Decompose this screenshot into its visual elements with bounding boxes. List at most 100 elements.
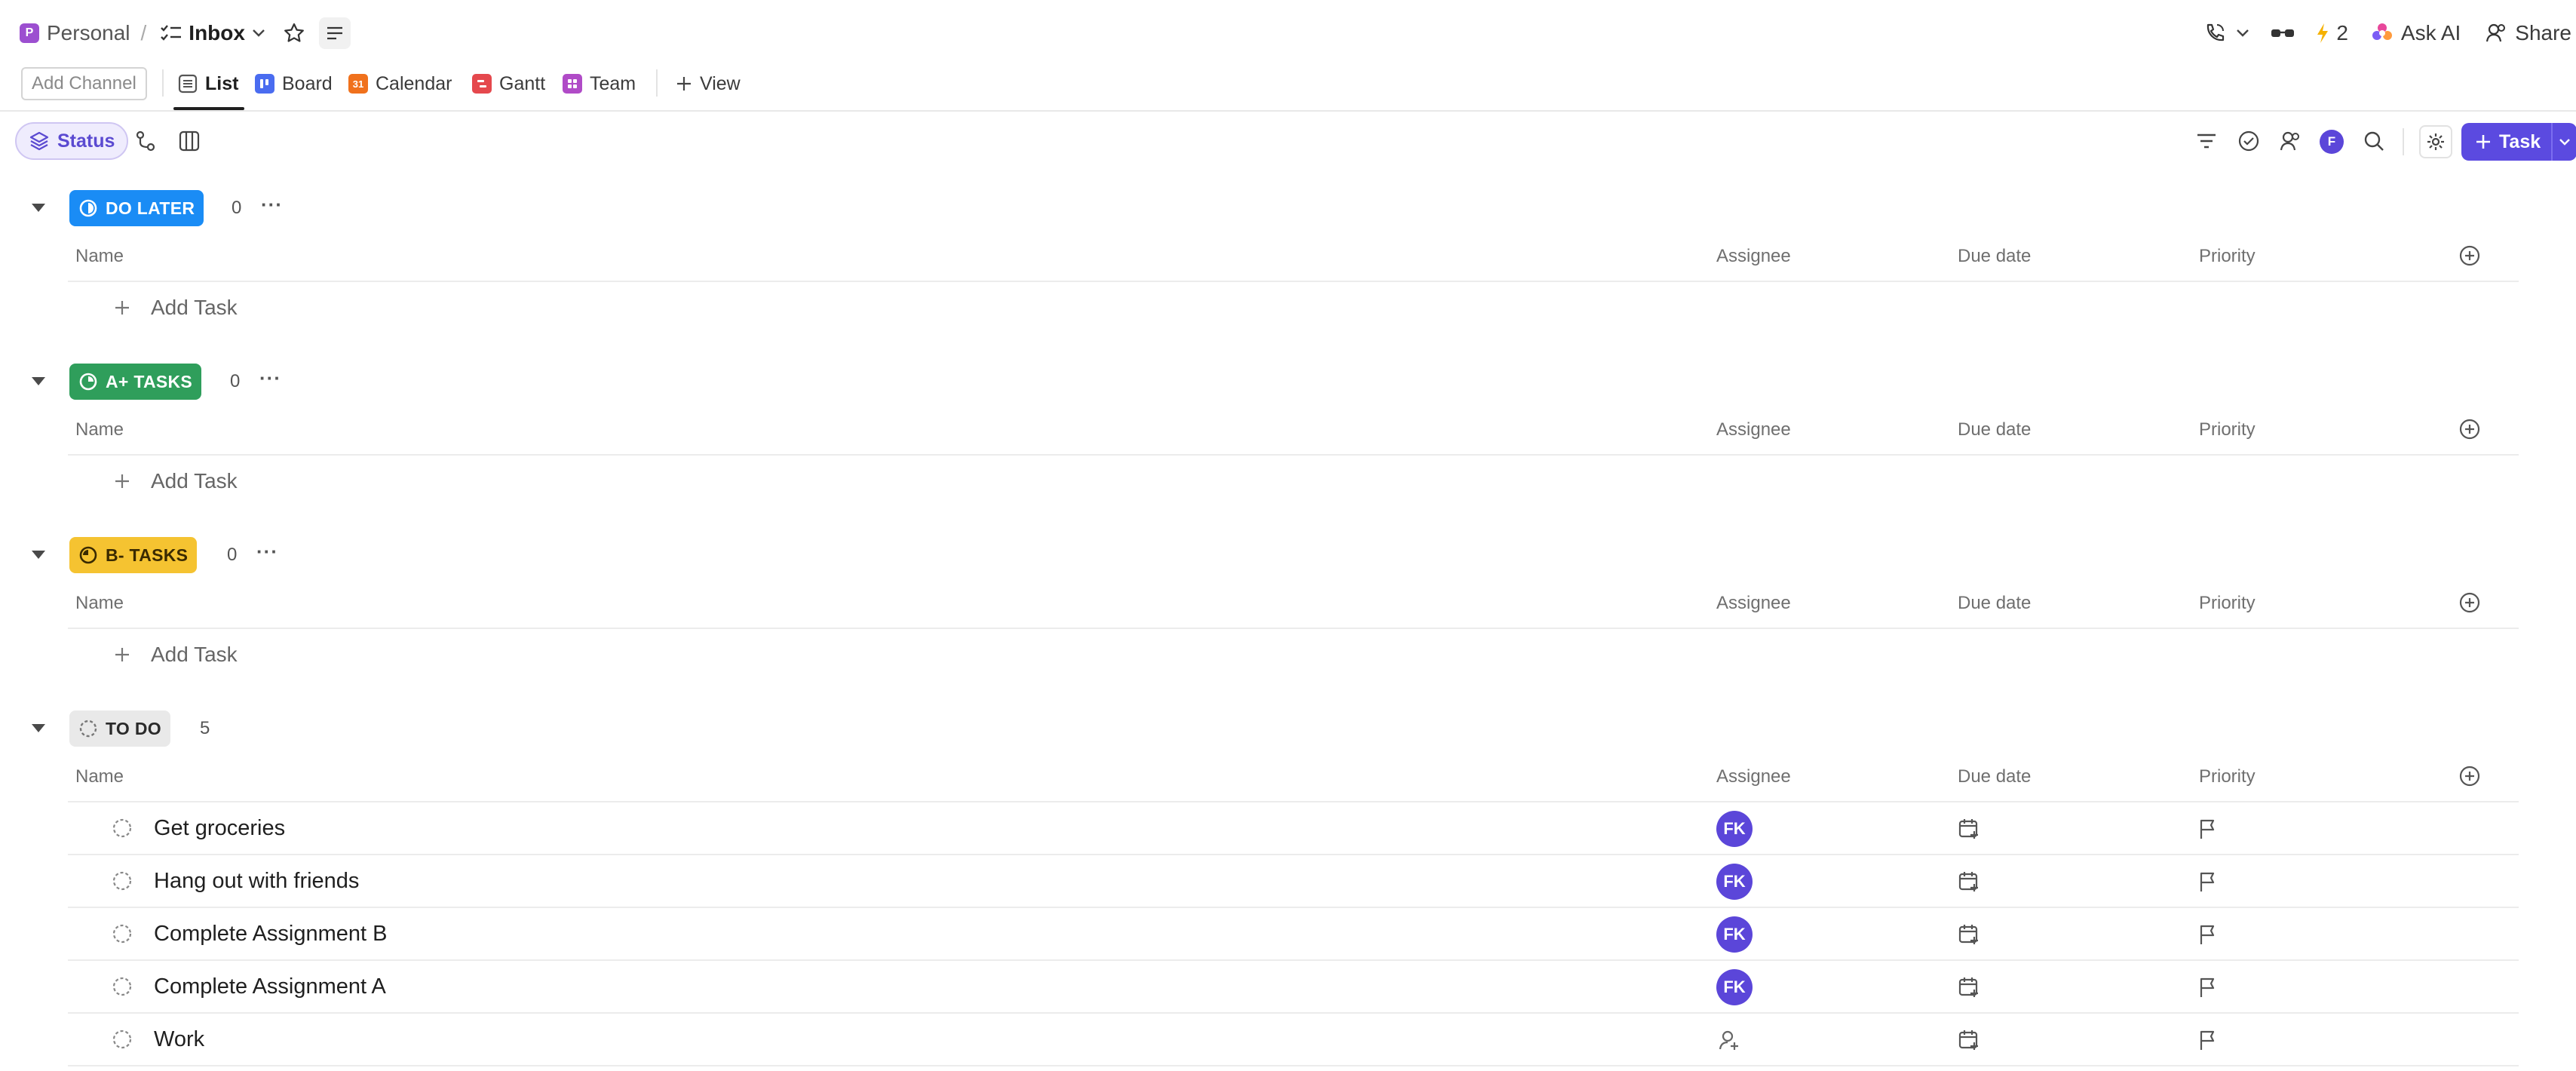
column-priority-header[interactable]: Priority [2199, 419, 2256, 440]
table-row[interactable]: Hang out with friends FK [0, 855, 2576, 908]
task-name[interactable]: Hang out with friends [154, 869, 359, 894]
status-tag-a-tasks[interactable]: A+ TASKS [69, 364, 202, 400]
column-priority-header[interactable]: Priority [2199, 593, 2256, 614]
tab-gantt[interactable]: Gantt [472, 67, 545, 100]
table-row[interactable]: Work [0, 1014, 2576, 1066]
column-assignee-header[interactable]: Assignee [1716, 419, 1791, 440]
filter-icon[interactable] [2195, 130, 2218, 152]
calendar-add-icon[interactable] [1958, 1029, 1980, 1051]
settings-gear-icon[interactable] [2419, 125, 2452, 158]
column-assignee-header[interactable]: Assignee [1716, 766, 1791, 787]
status-dashed-circle-icon[interactable] [112, 976, 133, 997]
breadcrumb-list[interactable]: Inbox [189, 21, 245, 45]
column-name-header[interactable]: Name [75, 593, 124, 614]
breadcrumb-space[interactable]: Personal [47, 21, 130, 45]
chevron-down-icon[interactable] [2235, 28, 2250, 38]
chevron-down-icon[interactable] [2553, 123, 2576, 161]
incognito-icon[interactable] [2270, 25, 2295, 41]
call-icon[interactable] [2203, 22, 2226, 44]
tab-calendar[interactable]: 31 Calendar [348, 67, 452, 100]
flag-icon[interactable] [2197, 976, 2219, 999]
add-task-row[interactable]: Add Task [113, 643, 238, 667]
flag-icon[interactable] [2197, 870, 2219, 893]
add-task-row[interactable]: Add Task [113, 469, 238, 493]
collapse-group-to-do[interactable] [32, 724, 45, 732]
status-dashed-circle-icon[interactable] [112, 923, 133, 944]
space-avatar[interactable]: P [20, 23, 39, 43]
task-name[interactable]: Get groceries [154, 816, 285, 841]
column-name-header[interactable]: Name [75, 419, 124, 440]
assignee-avatar[interactable]: FK [1716, 969, 1753, 1005]
tab-board[interactable]: Board [255, 67, 333, 100]
collapse-group-a-tasks[interactable] [32, 377, 45, 385]
tab-label: Team [590, 72, 636, 94]
automations-count[interactable]: 2 [2336, 21, 2348, 45]
add-column-icon[interactable] [2458, 765, 2481, 787]
tab-team[interactable]: Team [563, 67, 636, 100]
tab-list[interactable]: List [178, 67, 238, 100]
column-due-date-header[interactable]: Due date [1958, 766, 2031, 787]
group-count: 0 [232, 198, 242, 218]
add-assignee-icon[interactable] [1718, 1029, 1740, 1051]
ask-ai-button[interactable]: Ask AI [2401, 21, 2461, 45]
add-view-button[interactable]: View [676, 67, 741, 100]
flag-icon[interactable] [2197, 923, 2219, 946]
add-column-icon[interactable] [2458, 418, 2481, 440]
add-task-button[interactable]: Task [2461, 123, 2576, 161]
task-name[interactable]: Complete Assignment B [154, 922, 387, 947]
column-due-date-header[interactable]: Due date [1958, 246, 2031, 267]
table-row[interactable]: Complete Assignment B FK [0, 908, 2576, 961]
status-tag-to-do[interactable]: TO DO [69, 710, 170, 747]
column-name-header[interactable]: Name [75, 766, 124, 787]
group-more-menu[interactable]: ··· [256, 540, 278, 563]
chevron-down-icon[interactable] [251, 28, 266, 38]
task-name[interactable]: Work [154, 1027, 204, 1052]
table-row[interactable]: Get groceries FK [0, 802, 2576, 855]
column-priority-header[interactable]: Priority [2199, 246, 2256, 267]
status-dashed-circle-icon[interactable] [112, 818, 133, 839]
column-priority-header[interactable]: Priority [2199, 766, 2256, 787]
add-column-icon[interactable] [2458, 244, 2481, 267]
status-tag-b-tasks[interactable]: B- TASKS [69, 537, 198, 573]
column-assignee-header[interactable]: Assignee [1716, 593, 1791, 614]
description-icon[interactable] [318, 17, 351, 49]
column-name-header[interactable]: Name [75, 246, 124, 267]
add-task-row[interactable]: Add Task [113, 296, 238, 320]
group-by-status-button[interactable]: Status [15, 122, 129, 160]
collapse-group-do-later[interactable] [32, 204, 45, 212]
add-column-icon[interactable] [2458, 591, 2481, 614]
status-dashed-circle-icon[interactable] [112, 1029, 133, 1050]
subtasks-icon[interactable] [134, 130, 157, 152]
assignee-avatar[interactable]: FK [1716, 864, 1753, 900]
lightning-icon[interactable] [2315, 22, 2330, 44]
list-icon [160, 23, 182, 43]
flag-icon[interactable] [2197, 1029, 2219, 1051]
collapse-group-b-tasks[interactable] [32, 551, 45, 559]
calendar-add-icon[interactable] [1958, 976, 1980, 999]
group-more-menu[interactable]: ··· [259, 367, 281, 390]
assignees-icon[interactable] [2279, 130, 2302, 152]
star-icon[interactable] [283, 22, 305, 44]
tab-label: Calendar [376, 72, 452, 94]
task-name[interactable]: Complete Assignment A [154, 974, 386, 999]
assignee-avatar[interactable]: FK [1716, 811, 1753, 847]
check-circle-icon[interactable] [2237, 130, 2260, 152]
add-task-main[interactable]: Task [2461, 123, 2551, 161]
calendar-add-icon[interactable] [1958, 870, 1980, 893]
column-due-date-header[interactable]: Due date [1958, 593, 2031, 614]
flag-icon[interactable] [2197, 818, 2219, 840]
table-row[interactable]: Complete Assignment A FK [0, 961, 2576, 1014]
search-icon[interactable] [2363, 130, 2385, 152]
add-channel-button[interactable]: Add Channel [21, 67, 147, 100]
group-more-menu[interactable]: ··· [261, 193, 283, 216]
columns-icon[interactable] [178, 130, 201, 152]
share-button[interactable]: Share [2515, 21, 2571, 45]
column-due-date-header[interactable]: Due date [1958, 419, 2031, 440]
column-assignee-header[interactable]: Assignee [1716, 246, 1791, 267]
status-dashed-circle-icon[interactable] [112, 870, 133, 891]
calendar-add-icon[interactable] [1958, 818, 1980, 840]
assignee-avatar[interactable]: FK [1716, 916, 1753, 953]
me-avatar[interactable]: F [2320, 130, 2344, 154]
status-tag-do-later[interactable]: DO LATER [69, 190, 204, 226]
calendar-add-icon[interactable] [1958, 923, 1980, 946]
